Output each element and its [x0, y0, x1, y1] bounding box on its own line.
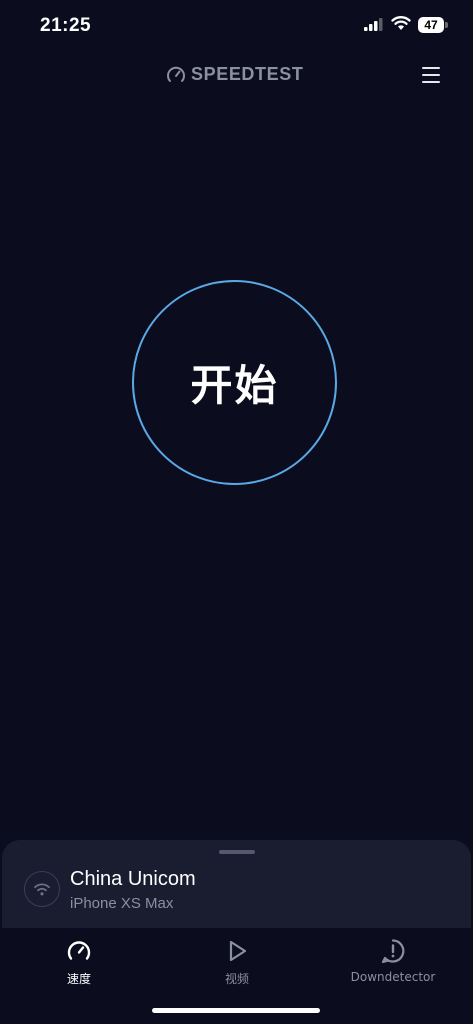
wifi-icon	[34, 883, 50, 896]
status-bar: 21:25 47	[0, 0, 473, 52]
tab-video[interactable]: 视频	[172, 938, 302, 987]
brand-logo: SPEEDTEST	[166, 64, 303, 85]
start-test-label: 开始	[190, 361, 279, 410]
speedometer-icon	[167, 66, 185, 82]
tab-speed[interactable]: 速度	[14, 938, 144, 987]
tab-video-label: 视频	[224, 972, 249, 986]
sheet-drag-handle[interactable]	[219, 850, 255, 854]
tab-speed-label: 速度	[66, 972, 91, 986]
start-test-button[interactable]: 开始	[132, 280, 337, 485]
speedtest-screen: 21:25 47 SPEEDTEST 开始 China Unicom iPhon…	[0, 0, 473, 1024]
tab-downdetector[interactable]: Downdetector	[328, 938, 458, 984]
app-header: SPEEDTEST	[0, 58, 473, 94]
battery-level: 47	[424, 18, 438, 32]
provider-name: China Unicom	[70, 868, 196, 890]
connection-sheet[interactable]: China Unicom iPhone XS Max	[2, 840, 471, 940]
brand-name: SPEEDTEST	[191, 64, 304, 84]
home-indicator[interactable]	[152, 1008, 320, 1013]
play-icon	[229, 940, 247, 962]
battery-tip	[445, 22, 448, 28]
battery-icon: 47	[418, 17, 448, 33]
tab-downdetector-label: Downdetector	[350, 970, 436, 984]
device-name: iPhone XS Max	[70, 895, 174, 912]
wifi-icon	[391, 16, 411, 30]
hamburger-menu-icon[interactable]	[420, 64, 442, 86]
connection-type-badge	[24, 871, 60, 907]
alert-icon	[381, 939, 405, 964]
speedometer-icon	[67, 941, 91, 960]
signal-icon	[364, 18, 383, 31]
status-time: 21:25	[40, 15, 92, 36]
